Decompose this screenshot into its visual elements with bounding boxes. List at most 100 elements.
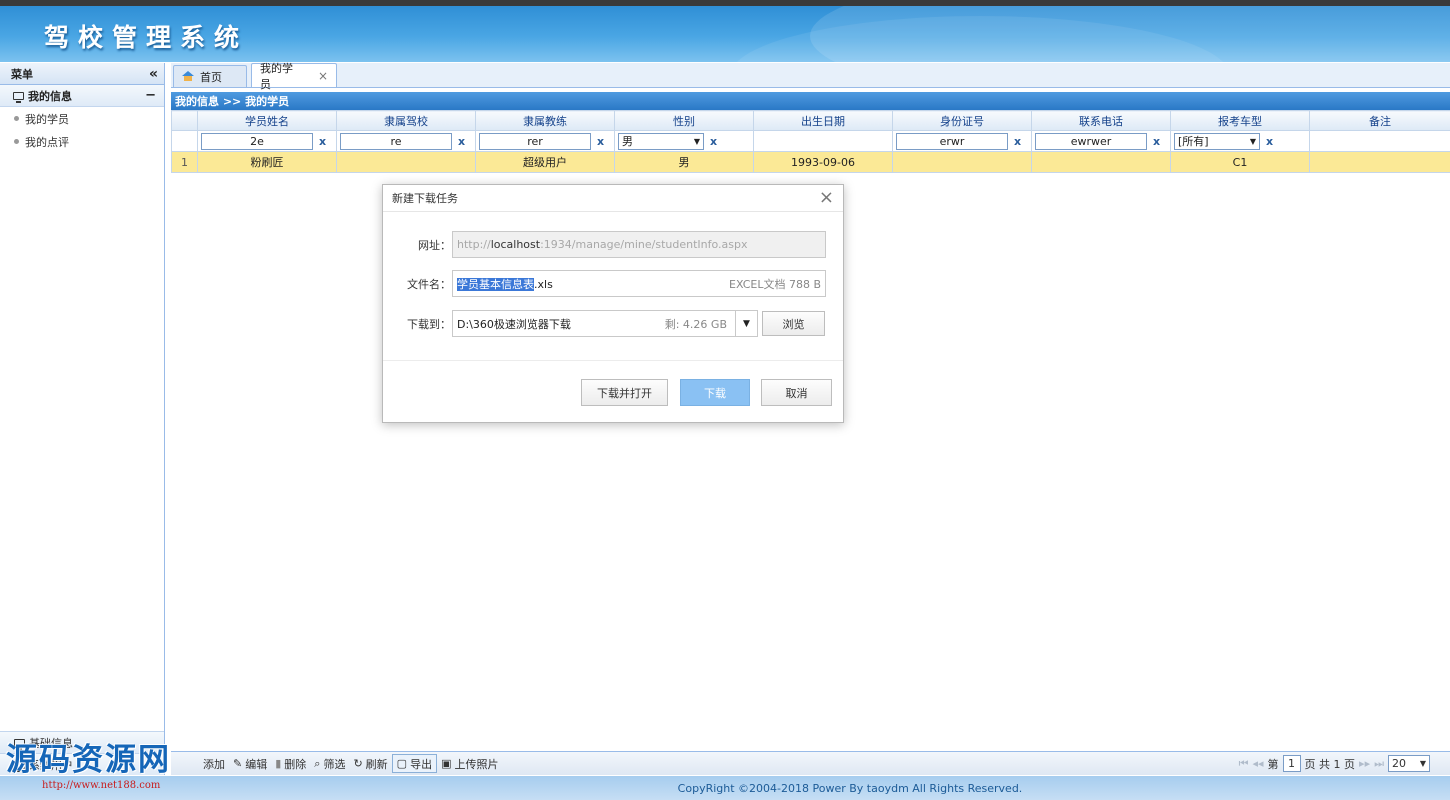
group-toggle-icon[interactable]: −	[145, 88, 156, 103]
column-header[interactable]: 隶属教练	[475, 110, 615, 131]
clear-filter-icon[interactable]: x	[1266, 135, 1273, 148]
dialog-title: 新建下载任务	[392, 192, 458, 205]
next-page-icon[interactable]: ▸▸	[1359, 757, 1370, 770]
cell-phone	[1031, 151, 1171, 173]
filter-button[interactable]: ⌕ 筛选	[310, 756, 349, 772]
filename-selected: 学员基本信息表	[457, 277, 534, 291]
pager: ⏮ ◂◂ 第 1 页 共 1 页 ▸▸ ⏭ 20 ▼	[1239, 755, 1430, 772]
tab-label: 我的学员	[260, 61, 293, 91]
button-label: 上传照片	[454, 757, 499, 771]
filter-row: 2e x re x rer x 男 ▼ x erwr x ewrwer x [所有] ▼ x	[171, 130, 1450, 152]
column-header[interactable]: 出生日期	[753, 110, 893, 131]
dialog-title-bar: 新建下载任务 ×	[383, 185, 843, 212]
tab-my-students[interactable]: 我的学员 ×	[251, 62, 337, 91]
edit-button[interactable]: ✎ 编辑	[229, 756, 271, 772]
browse-button[interactable]: 浏览	[762, 311, 825, 336]
pager-total: 页 共 1 页	[1304, 757, 1356, 771]
close-tab-icon[interactable]: ×	[318, 69, 328, 83]
save-to-row: 下载到： D:\360极速浏览器下载 剩: 4.26 GB ▼ 浏览	[383, 310, 845, 337]
save-to-label: 下载到：	[407, 317, 451, 331]
cell-birth: 1993-09-06	[753, 151, 893, 173]
dropdown-arrow-icon: ▼	[1419, 759, 1426, 768]
first-page-icon[interactable]: ⏮	[1239, 757, 1249, 771]
column-header[interactable]: 隶属驾校	[336, 110, 476, 131]
select-value: [所有]	[1178, 135, 1209, 148]
url-field: http://localhost:1934/manage/mine/studen…	[452, 231, 826, 258]
page-size-select[interactable]: 20 ▼	[1388, 755, 1430, 772]
school-filter-input[interactable]: re	[340, 132, 452, 150]
column-header[interactable]: 性别	[614, 110, 754, 131]
idcard-filter-input[interactable]: erwr	[896, 132, 1008, 150]
url-rest: :1934/manage/mine/studentInfo.aspx	[540, 238, 748, 251]
clear-filter-icon[interactable]: x	[597, 135, 604, 148]
cell-remark	[1309, 151, 1450, 173]
page-number-input[interactable]: 1	[1282, 755, 1301, 772]
column-header[interactable]: 身份证号	[892, 110, 1032, 131]
clear-filter-icon[interactable]: x	[458, 135, 465, 148]
column-header[interactable]: 报考车型	[1170, 110, 1310, 131]
clear-filter-icon[interactable]: x	[1014, 135, 1021, 148]
column-header[interactable]: 学员姓名	[197, 110, 337, 131]
export-button[interactable]: ▢ 导出	[391, 754, 438, 773]
prev-page-icon[interactable]: ◂◂	[1253, 757, 1264, 770]
sidebar-item-my-comments[interactable]: 我的点评	[0, 130, 164, 153]
phone-filter-input[interactable]: ewrwer	[1035, 132, 1147, 150]
filter-cell: ewrwer x	[1031, 130, 1171, 152]
table-row[interactable]: 1 粉刷匠 超级用户 男 1993-09-06 C1	[171, 151, 1450, 173]
filter-cell: erwr x	[892, 130, 1032, 152]
dropdown-arrow-icon[interactable]: ▼	[735, 311, 757, 336]
pager-prefix: 第	[1267, 757, 1279, 771]
clear-filter-icon[interactable]: x	[710, 135, 717, 148]
export-icon: ▢	[396, 757, 408, 770]
tab-home[interactable]: 首页	[173, 65, 247, 87]
url-row: 网址： http://localhost:1934/manage/mine/st…	[383, 231, 845, 258]
sidebar-group-my-info[interactable]: 我的信息 −	[0, 85, 164, 107]
sidebar-item-my-students[interactable]: 我的学员	[0, 107, 164, 130]
sidebar-title: 菜单	[11, 67, 33, 81]
upload-photo-button[interactable]: ▣ 上传照片	[437, 756, 502, 772]
cell-school	[336, 151, 476, 173]
delete-button[interactable]: ▮ 删除	[271, 756, 310, 772]
save-path: D:\360极速浏览器下载	[457, 317, 571, 331]
refresh-button[interactable]: ↻ 刷新	[349, 756, 391, 772]
clear-filter-icon[interactable]: x	[319, 135, 326, 148]
app-title: 驾校管理系统	[44, 23, 249, 52]
bullet-icon	[14, 116, 19, 121]
gender-filter-select[interactable]: 男 ▼	[618, 132, 704, 150]
watermark-text: 源码资源网	[6, 742, 171, 778]
cell-idcard	[892, 151, 1032, 173]
pencil-icon: ✎	[233, 757, 243, 770]
collapse-icon[interactable]: «	[149, 66, 158, 82]
url-host: localhost	[490, 238, 541, 251]
car-type-filter-select[interactable]: [所有] ▼	[1174, 132, 1260, 150]
dropdown-arrow-icon: ▼	[1249, 136, 1256, 146]
name-filter-input[interactable]: 2e	[201, 132, 313, 150]
last-page-icon[interactable]: ⏭	[1374, 757, 1384, 771]
sidebar-item-label: 我的点评	[25, 135, 69, 149]
cell-name: 粉刷匠	[197, 151, 337, 173]
download-and-open-button[interactable]: 下载并打开	[581, 379, 668, 406]
filter-cell: [所有] ▼ x	[1170, 130, 1310, 152]
column-header[interactable]: 联系电话	[1031, 110, 1171, 131]
cell-gender: 男	[614, 151, 754, 173]
filter-cell: 2e x	[197, 130, 337, 152]
cell-car-type: C1	[1170, 151, 1310, 173]
url-prefix: http://	[457, 238, 491, 251]
button-label: 导出	[410, 757, 433, 771]
sidebar-item-label: 我的学员	[25, 112, 69, 126]
button-label: 添加	[203, 757, 225, 771]
cancel-button[interactable]: 取消	[761, 379, 832, 406]
trash-icon: ▮	[275, 757, 282, 770]
clear-filter-icon[interactable]: x	[1153, 135, 1160, 148]
filter-cell: 男 ▼ x	[614, 130, 754, 152]
download-dialog: 新建下载任务 × 网址： http://localhost:1934/manag…	[382, 184, 844, 423]
coach-filter-input[interactable]: rer	[479, 132, 591, 150]
save-path-select[interactable]: D:\360极速浏览器下载 剩: 4.26 GB ▼	[452, 310, 758, 337]
download-button[interactable]: 下载	[680, 379, 750, 406]
filename-input[interactable]: 学员基本信息表.xls EXCEL文档 788 B	[452, 270, 826, 297]
home-icon	[182, 71, 194, 81]
column-header[interactable]: 备注	[1309, 110, 1450, 131]
free-space: 剩: 4.26 GB	[664, 317, 727, 331]
close-icon[interactable]: ×	[819, 189, 834, 207]
button-label: 筛选	[323, 757, 346, 771]
